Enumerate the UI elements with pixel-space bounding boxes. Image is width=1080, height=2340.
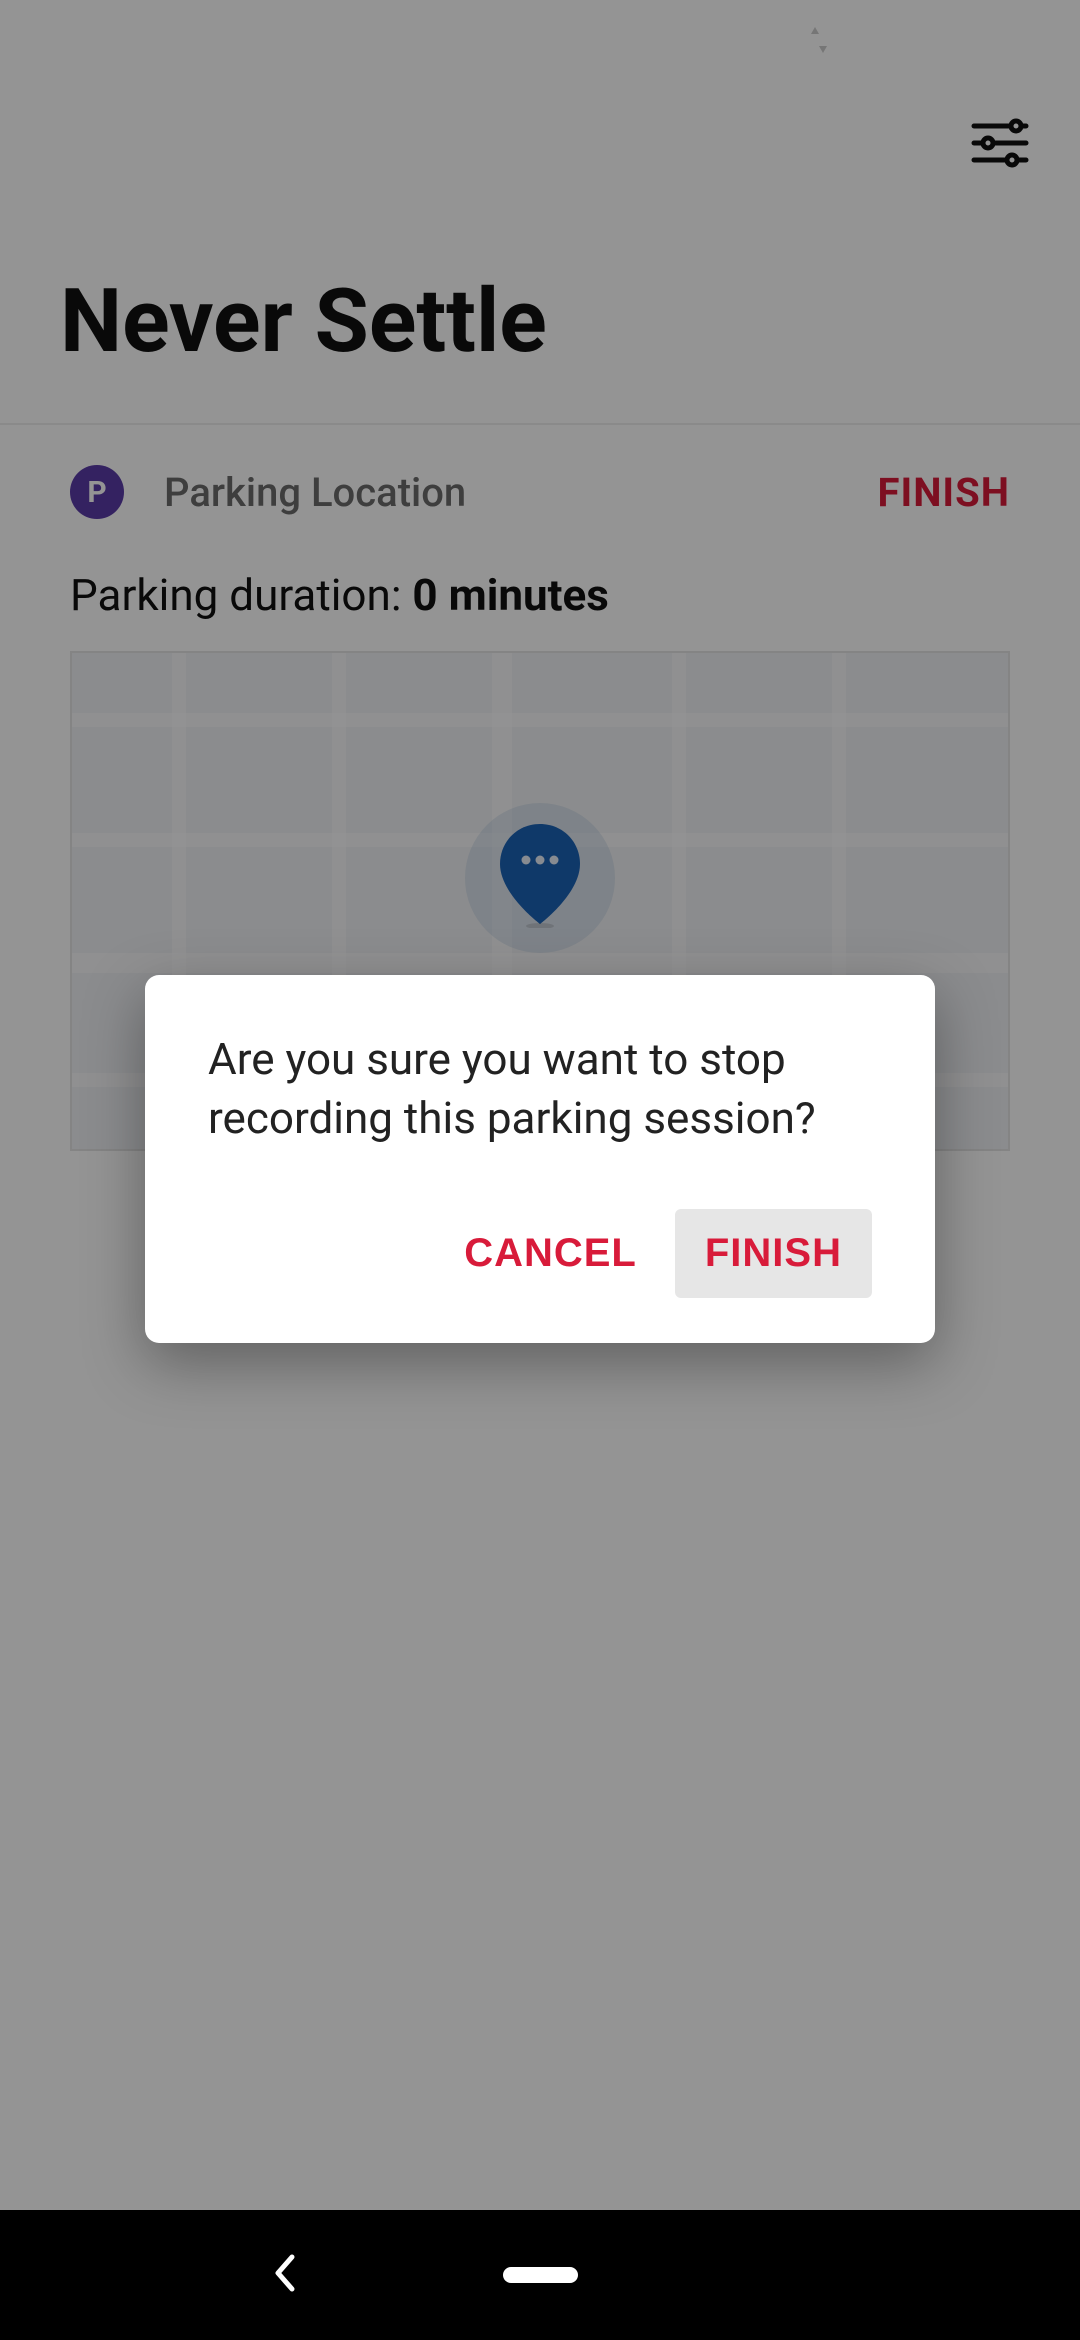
system-nav-bar (0, 2210, 1080, 2340)
cancel-button[interactable]: CANCEL (438, 1209, 663, 1298)
confirm-finish-button[interactable]: FINISH (675, 1209, 872, 1298)
dialog-actions: CANCEL FINISH (208, 1209, 872, 1298)
confirm-dialog: Are you sure you want to stop recording … (145, 975, 935, 1343)
dialog-message: Are you sure you want to stop recording … (208, 1030, 872, 1149)
home-pill[interactable] (503, 2267, 578, 2283)
back-icon[interactable] (270, 2253, 300, 2297)
